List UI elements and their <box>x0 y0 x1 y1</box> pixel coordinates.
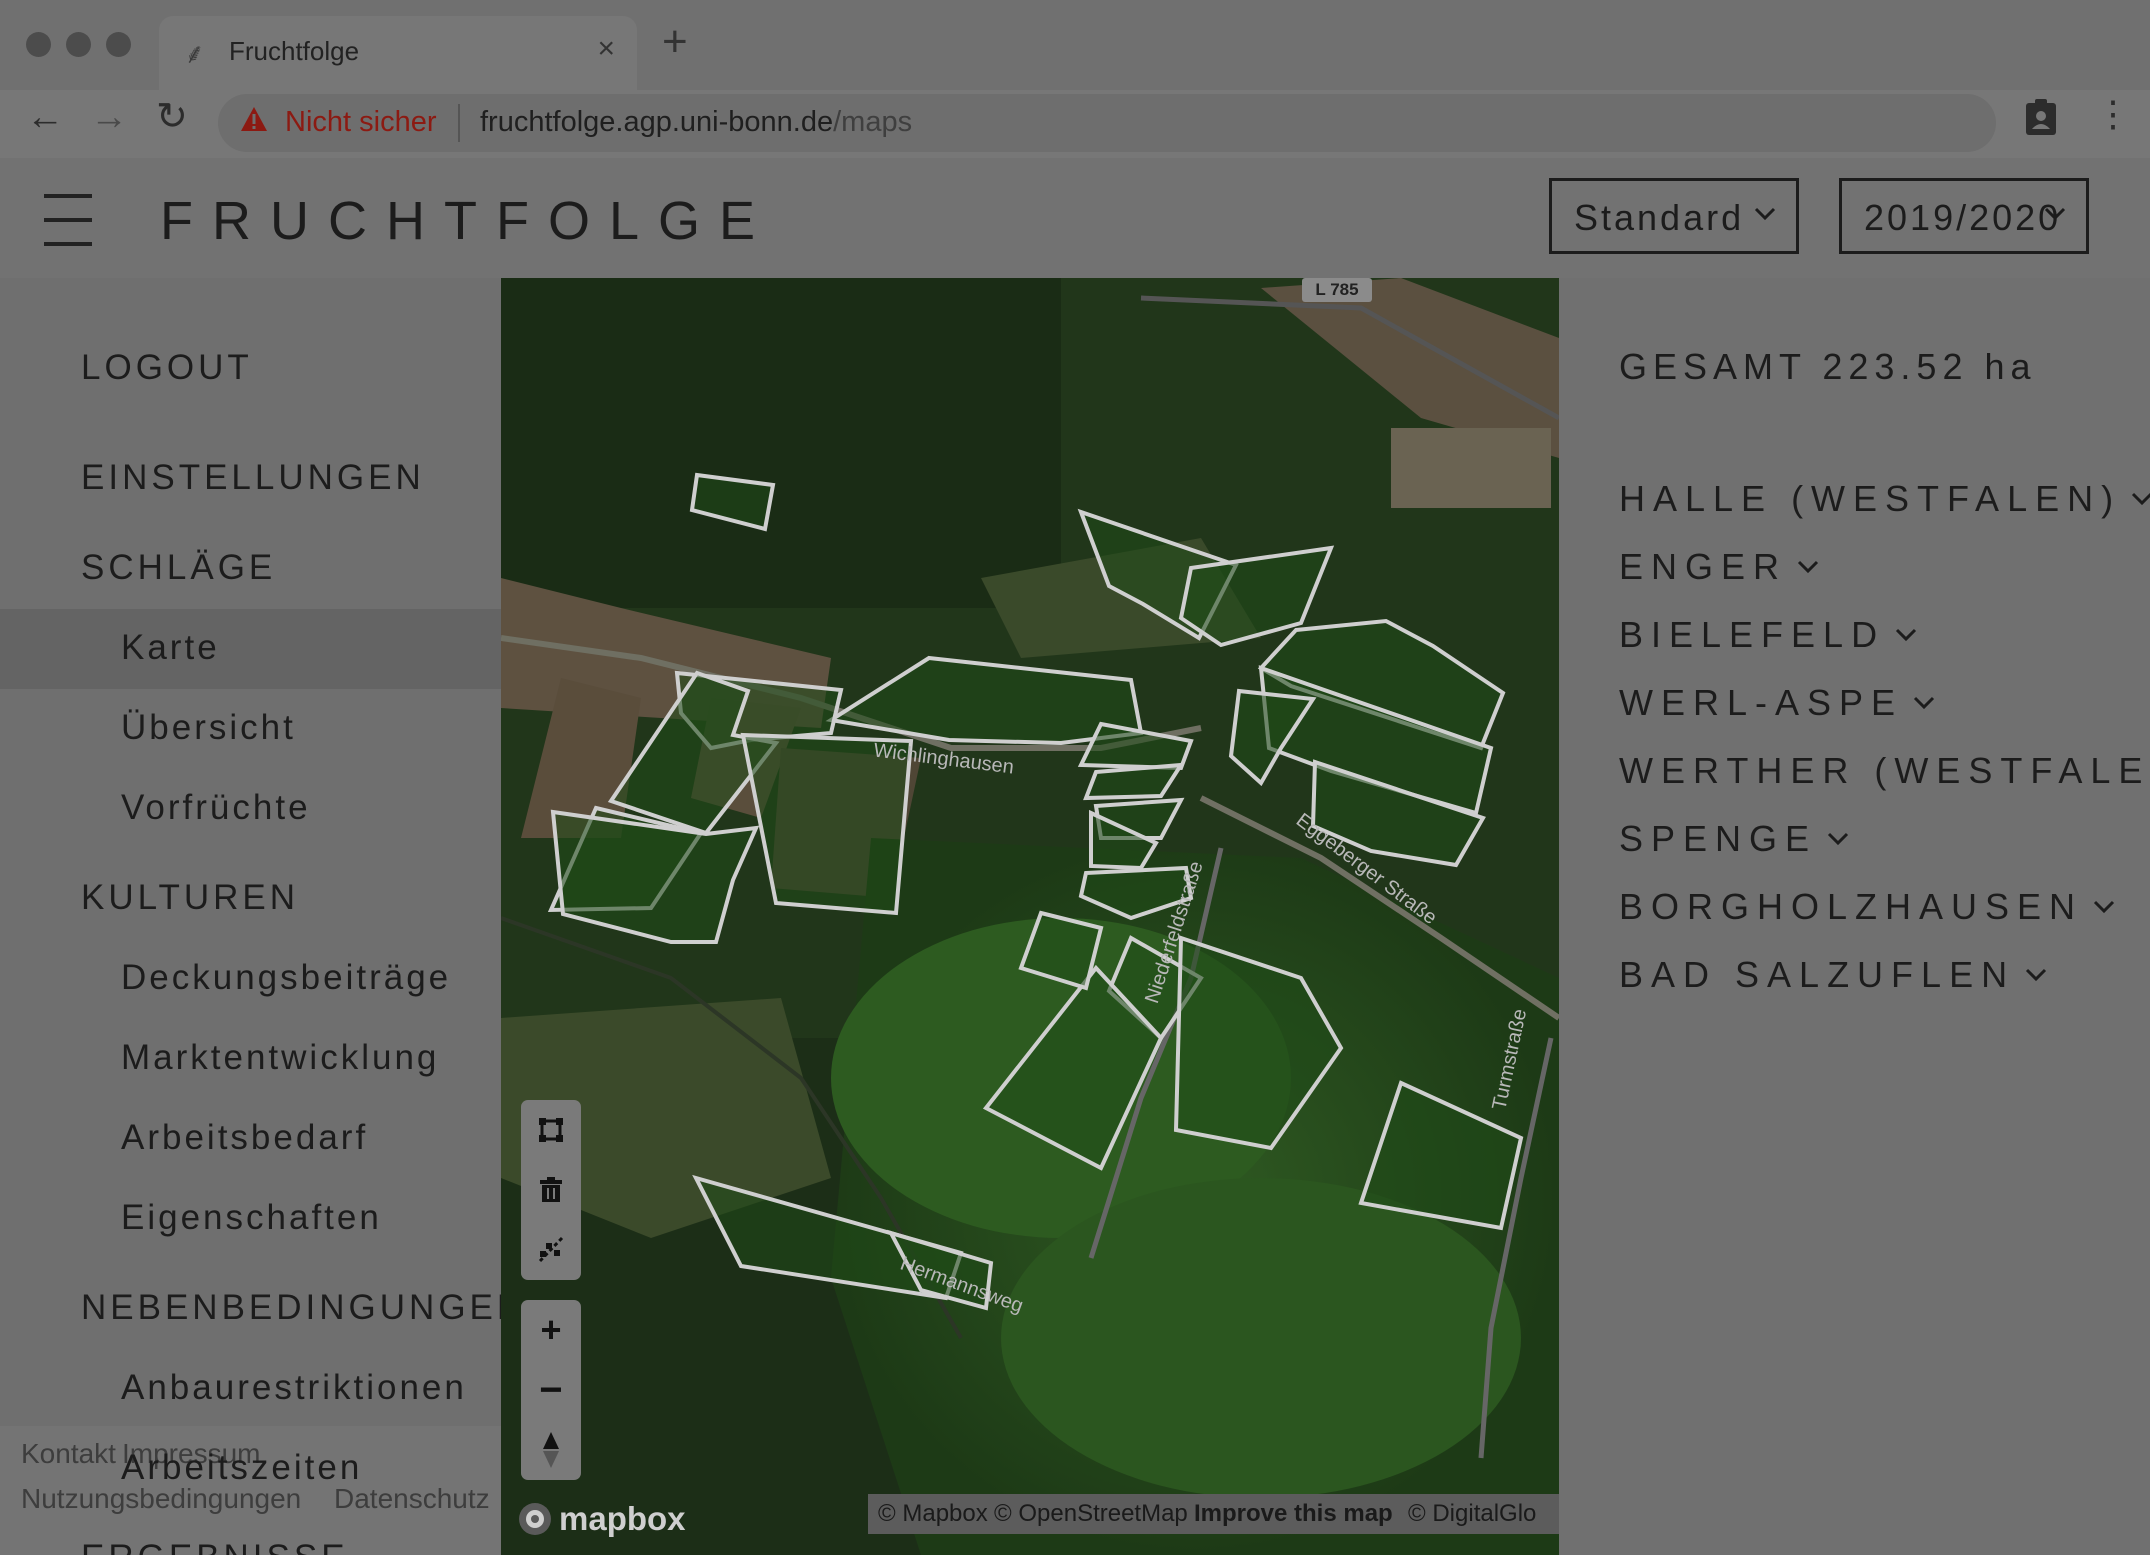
location-label: ENGER <box>1619 546 1788 587</box>
window-zoom-dot[interactable] <box>106 32 131 57</box>
total-area: GESAMT 223.52 ha <box>1619 346 2037 387</box>
active-item-highlight <box>0 609 501 689</box>
hamburger-menu-icon[interactable] <box>44 194 92 246</box>
clipboard-profile-icon[interactable] <box>2025 98 2057 136</box>
map-attribution: © Mapbox © OpenStreetMap Improve this ma… <box>868 1494 1559 1534</box>
draw-controls <box>521 1100 581 1280</box>
polygon-icon <box>539 1118 563 1142</box>
year-select[interactable]: 2019/2020 <box>1839 178 2089 254</box>
location-panel: GESAMT 223.52 ha HALLE (WESTFALEN) ENGER B… <box>1559 278 2150 1555</box>
browser-tab[interactable]: ⸙ Fruchtfolge × <box>159 16 637 100</box>
location-label: BAD SALZUFLEN <box>1619 954 2016 995</box>
address-separator <box>458 104 460 142</box>
mapbox-wordmark: mapbox <box>559 1500 686 1537</box>
nav-uebersicht[interactable]: Übersicht <box>121 708 296 748</box>
wheat-icon: ⸙ <box>184 38 206 69</box>
nav-ergebnisse[interactable]: ERGEBNISSE <box>81 1538 349 1555</box>
url-host: fruchtfolge.agp.uni-bonn.de <box>480 106 834 138</box>
tab-title: Fruchtfolge <box>229 36 360 66</box>
draw-polygon-button[interactable] <box>521 1100 581 1160</box>
mapbox-logo[interactable]: mapbox <box>517 1500 686 1538</box>
location-item[interactable]: SPENGE <box>1619 818 1849 860</box>
split-icon <box>538 1236 564 1263</box>
location-label: WERL-ASPE <box>1619 682 1904 723</box>
chevron-down-icon <box>2026 968 2047 982</box>
mapbox-icon <box>519 1503 551 1535</box>
new-tab-icon[interactable]: + <box>662 20 688 64</box>
sidebar: LOGOUT EINSTELLUNGEN SCHLÄGE Karte Übers… <box>0 278 501 1555</box>
nav-nebenbedingungen[interactable]: NEBENBEDINGUNGEN <box>81 1288 501 1328</box>
compass-icon[interactable] <box>521 1420 581 1480</box>
nav-deckungsbeitraege[interactable]: Deckungsbeiträge <box>121 958 451 998</box>
nav-eigenschaften[interactable]: Eigenschaften <box>121 1198 382 1238</box>
location-item[interactable]: BORGHOLZHAUSEN <box>1619 886 2115 928</box>
address-bar[interactable]: Nicht sicher fruchtfolge.agp.uni-bonn.de… <box>218 94 1996 152</box>
nav-settings[interactable]: EINSTELLUNGEN <box>81 458 425 498</box>
nav-schlaege[interactable]: SCHLÄGE <box>81 548 276 588</box>
app-header: FRUCHTFOLGE Standard 2019/2020 <box>0 158 2150 278</box>
attrib-digitalglobe-link[interactable]: © DigitalGlo <box>1408 1500 1536 1528</box>
nav-vorfruechte[interactable]: Vorfrüchte <box>121 788 311 828</box>
location-item[interactable]: WERTHER (WESTFALEN) <box>1619 750 2150 792</box>
location-label: SPENGE <box>1619 818 1818 859</box>
road-badge: L 785 <box>1302 278 1372 302</box>
view-select-value: Standard <box>1574 197 1745 238</box>
footer: Kontakt Impressum Nutzungsbedingungen Da… <box>0 1426 501 1555</box>
map-view[interactable]: L 785 Wichlinghausen Eggeberger Straße T… <box>501 278 1559 1555</box>
chevron-down-icon <box>1913 696 1935 710</box>
combine-split-button[interactable] <box>521 1220 581 1280</box>
satellite-imagery <box>501 278 1559 1555</box>
zoom-in-icon[interactable]: + <box>521 1300 581 1360</box>
trash-icon <box>540 1177 562 1202</box>
footer-contact-link[interactable]: Kontakt <box>21 1438 116 1470</box>
nav-anbaurestriktionen[interactable]: Anbaurestriktionen <box>121 1368 467 1408</box>
close-tab-icon[interactable]: × <box>597 32 615 66</box>
window-minimize-dot[interactable] <box>66 32 91 57</box>
url-path: /maps <box>833 106 913 138</box>
window-close-dot[interactable] <box>26 32 51 57</box>
nav-arbeitsbedarf[interactable]: Arbeitsbedarf <box>121 1118 368 1158</box>
browser-toolbar: ← → ↻ Nicht sicher fruchtfolge.agp.uni-b… <box>0 90 2150 158</box>
nav-kulturen[interactable]: KULTUREN <box>81 878 299 918</box>
attrib-mapbox-link[interactable]: © Mapbox <box>878 1500 988 1528</box>
chevron-down-icon <box>1797 560 1819 574</box>
location-item[interactable]: BIELEFELD <box>1619 614 1917 656</box>
url-text: fruchtfolge.agp.uni-bonn.de/maps <box>480 106 912 139</box>
forward-arrow-icon[interactable]: → <box>90 98 128 136</box>
location-item[interactable]: HALLE (WESTFALEN) <box>1619 478 2150 520</box>
attrib-osm-link[interactable]: © OpenStreetMap <box>994 1500 1188 1528</box>
delete-button[interactable] <box>521 1160 581 1220</box>
attrib-improve-link[interactable]: Improve this map <box>1194 1500 1393 1528</box>
location-item[interactable]: BAD SALZUFLEN <box>1619 954 2047 996</box>
reload-icon[interactable]: ↻ <box>156 98 188 136</box>
chevron-down-icon <box>1754 207 1776 221</box>
warning-icon <box>241 107 267 131</box>
location-label: BORGHOLZHAUSEN <box>1619 886 2084 927</box>
nav-arbeitszeiten[interactable]: Arbeitszeiten <box>121 1448 362 1488</box>
app-brand: FRUCHTFOLGE <box>160 191 774 251</box>
back-arrow-icon[interactable]: ← <box>26 98 64 136</box>
year-select-value: 2019/2020 <box>1864 197 2062 238</box>
location-label: HALLE (WESTFALEN) <box>1619 478 2122 519</box>
location-item[interactable]: WERL-ASPE <box>1619 682 1935 724</box>
zoom-controls: + − <box>521 1300 581 1480</box>
zoom-out-icon[interactable]: − <box>521 1360 581 1420</box>
nav-marktentwicklung[interactable]: Marktentwicklung <box>121 1038 439 1078</box>
insecure-label: Nicht sicher <box>285 106 437 138</box>
view-select[interactable]: Standard <box>1549 178 1799 254</box>
chevron-down-icon <box>1827 832 1849 846</box>
browser-chrome: ⸙ Fruchtfolge × + ← → ↻ Nicht sicher fru… <box>0 0 2150 158</box>
chevron-down-icon <box>1896 628 1917 642</box>
location-label: WERTHER (WESTFALEN) <box>1619 750 2150 791</box>
location-label: BIELEFELD <box>1619 614 1886 655</box>
chevron-down-icon <box>2044 207 2066 221</box>
chevron-down-icon <box>2094 900 2115 914</box>
browser-menu-icon[interactable]: ⋮ <box>2095 96 2131 132</box>
location-item[interactable]: ENGER <box>1619 546 1819 588</box>
compass-needle <box>543 1432 559 1468</box>
nav-karte[interactable]: Karte <box>121 628 220 668</box>
chevron-down-icon <box>2132 492 2150 506</box>
nav-logout[interactable]: LOGOUT <box>81 348 253 388</box>
